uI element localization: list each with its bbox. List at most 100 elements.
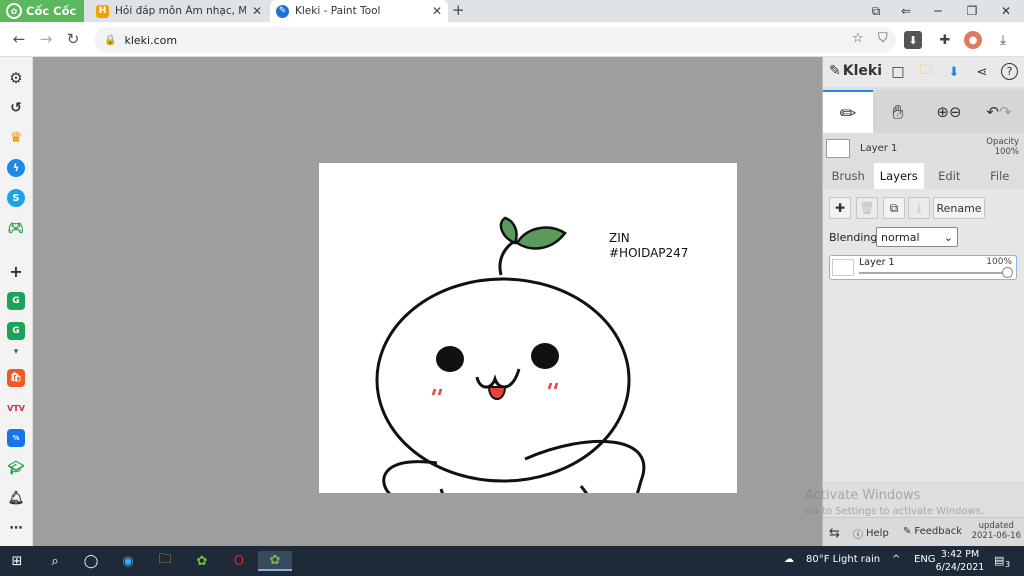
lock-icon[interactable]: 🔒 [104, 35, 116, 46]
opacity-label: Opacity [986, 137, 1019, 147]
close-tab-icon[interactable]: ✕ [432, 4, 442, 18]
profile-avatar[interactable]: ● [964, 31, 982, 49]
tray-chevron-icon[interactable]: ^ [892, 554, 900, 565]
updated-date: 2021-06-16 [971, 531, 1021, 541]
new-image-icon[interactable]: □ [889, 63, 907, 81]
game-controller-icon[interactable]: 🎮︎ [7, 219, 25, 237]
education-icon[interactable]: 🎓︎ [7, 459, 25, 477]
swap-sides-icon[interactable]: ⇆ [829, 526, 840, 541]
tab-kleki[interactable]: ✎ Kleki - Paint Tool ✕ [270, 0, 448, 22]
settings-gear-icon[interactable]: ⚙ [7, 69, 25, 87]
grammarly-2-icon[interactable]: G [7, 322, 25, 340]
activate-windows-subtitle: Go to Settings to activate Windows. [805, 506, 985, 517]
opacity-readout: Opacity 100% [986, 137, 1019, 157]
canvas-workspace[interactable]: ZIN #HOIDAP247 [33, 57, 822, 546]
grammarly-icon[interactable]: G [7, 292, 25, 310]
notification-bell-icon[interactable]: 🔔︎ [7, 489, 25, 507]
shopee-icon[interactable]: 🛍︎ [7, 369, 25, 387]
duplicate-layer-button[interactable]: ⧉ [883, 197, 905, 219]
new-tab-button[interactable]: + [452, 1, 465, 19]
open-folder-icon[interactable]: 🗀 [917, 63, 935, 81]
updated-info: updated 2021-06-16 [972, 521, 1021, 541]
opera-icon[interactable]: O [228, 551, 250, 571]
weather-text[interactable]: 80°F Light rain [806, 554, 880, 565]
restore-button[interactable]: ❐ [958, 2, 986, 20]
leaf-right [515, 226, 567, 250]
add-sidebar-item-icon[interactable]: + [7, 262, 25, 281]
edge-browser-icon[interactable]: ◉ [117, 551, 139, 571]
shield-icon[interactable]: ⛉ [878, 31, 888, 46]
back-history-icon[interactable]: ⇐ [892, 2, 920, 20]
history-icon[interactable]: ↺ [7, 99, 25, 117]
save-download-icon[interactable]: ⬇ [945, 63, 963, 81]
tab-label: Kleki - Paint Tool [295, 5, 381, 17]
zoom-in-icon[interactable]: ⊕ [936, 103, 949, 121]
weather-icon[interactable]: ☁ [784, 554, 794, 565]
layer-opacity-slider-track[interactable] [859, 272, 1009, 274]
extensions-puzzle-icon[interactable]: ✚ [936, 31, 954, 49]
rename-layer-button[interactable]: Rename [933, 197, 985, 219]
messenger-icon[interactable]: ϟ [7, 159, 25, 177]
blending-mode-select[interactable]: normal ⌄ [876, 227, 958, 247]
layer-list-item[interactable]: Layer 1 100% [829, 255, 1017, 280]
feedback-link[interactable]: ✎ Feedback [903, 526, 962, 537]
kleki-logo-text: Kleki [842, 63, 882, 79]
coccoc-taskbar-icon[interactable]: ✿ [191, 551, 213, 571]
blending-mode-value: normal [881, 230, 920, 244]
layer-thumbnail[interactable] [826, 139, 850, 158]
help-icon[interactable]: ? [1001, 63, 1018, 80]
more-options-icon[interactable]: ⋯ [7, 519, 25, 537]
zoom-controls[interactable]: ⊕ ⊖ [927, 90, 971, 133]
zoom-out-icon[interactable]: ⊖ [949, 103, 962, 121]
browser-brand[interactable]: ✿ Cốc Cốc [0, 0, 84, 22]
file-explorer-icon[interactable]: 🗀 [154, 551, 176, 571]
system-clock[interactable]: 3:42 PM 6/24/2021 [934, 548, 986, 574]
hoidap-favicon-icon: H [96, 4, 109, 18]
undo-icon[interactable]: ↶ [986, 103, 999, 121]
crown-icon[interactable]: ♛ [7, 129, 25, 147]
active-app-icon[interactable]: ✿ [258, 551, 292, 571]
task-view-icon[interactable]: ◯ [80, 551, 102, 571]
notification-center-icon[interactable]: ▤ [994, 554, 1004, 567]
downloads-icon[interactable]: ⤓ [994, 31, 1012, 49]
add-layer-button[interactable]: ✚ [829, 197, 851, 219]
language-indicator[interactable]: ENG [914, 554, 936, 565]
clock-date: 6/24/2021 [935, 562, 985, 573]
help-link[interactable]: ⓘ Help [853, 526, 889, 541]
windows-start-icon[interactable]: ⊞ [6, 551, 28, 571]
tab-edit[interactable]: Edit [924, 163, 975, 189]
tab-brush[interactable]: Brush [823, 163, 874, 189]
expand-down-icon[interactable]: ▾ [7, 343, 25, 361]
panel-tabs: Brush Layers Edit File [823, 163, 1024, 189]
close-window-button[interactable]: ✕ [992, 2, 1020, 20]
tiki-icon[interactable]: % [7, 429, 25, 447]
current-layer-name: Layer 1 [860, 143, 898, 154]
reload-button[interactable]: ↻ [63, 29, 83, 49]
tab-layers[interactable]: Layers [873, 163, 924, 189]
undo-redo-controls[interactable]: ↶ ↷ [975, 90, 1023, 133]
canvas-text-line-1: ZIN [609, 231, 630, 245]
address-bar[interactable]: 🔒 kleki.com [94, 27, 896, 53]
brush-tool[interactable]: ✏ [823, 90, 873, 133]
skype-icon[interactable]: S [7, 189, 25, 207]
drawing [375, 216, 646, 493]
forward-button[interactable]: → [36, 29, 56, 49]
back-button[interactable]: ← [9, 29, 29, 49]
layer-opacity-slider-knob[interactable] [1002, 267, 1013, 278]
hand-tool[interactable]: ✋︎ [873, 90, 923, 133]
tab-file[interactable]: File [975, 163, 1024, 189]
bookmark-star-icon[interactable]: ☆ [852, 31, 864, 46]
reading-list-icon[interactable]: ⧉ [862, 2, 890, 20]
close-tab-icon[interactable]: ✕ [252, 4, 262, 18]
tab-hoidap[interactable]: H Hỏi đáp môn Âm nhạc, Mỹ th ✕ [90, 0, 268, 22]
minimize-button[interactable]: ─ [924, 2, 952, 20]
drawing-canvas[interactable]: ZIN #HOIDAP247 [319, 163, 737, 493]
vtv-icon[interactable]: VTV [7, 399, 25, 417]
delete-layer-button[interactable]: 🗑︎ [856, 197, 878, 219]
download-page-icon[interactable]: ⬇ [904, 31, 922, 49]
merge-layer-button[interactable]: ⤓ [908, 197, 930, 219]
redo-icon[interactable]: ↷ [999, 103, 1012, 121]
share-icon[interactable]: ⋖ [973, 63, 991, 81]
kleki-logo[interactable]: ✎ Kleki [829, 63, 882, 79]
search-icon[interactable]: ⌕ [44, 551, 66, 571]
